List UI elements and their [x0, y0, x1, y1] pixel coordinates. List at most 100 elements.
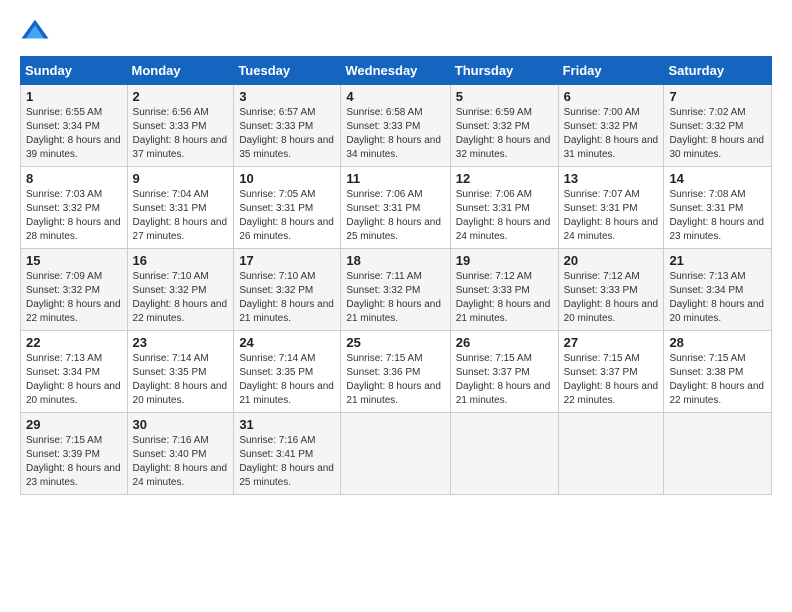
day-number: 24: [239, 335, 335, 350]
day-number: 20: [564, 253, 659, 268]
day-number: 23: [133, 335, 229, 350]
day-info: Sunrise: 7:11 AM Sunset: 3:32 PM Dayligh…: [346, 270, 444, 326]
day-number: 25: [346, 335, 444, 350]
day-number: 27: [564, 335, 659, 350]
day-info: Sunrise: 6:55 AM Sunset: 3:34 PM Dayligh…: [26, 106, 122, 162]
day-number: 10: [239, 171, 335, 186]
calendar-day-cell: 5 Sunrise: 6:59 AM Sunset: 3:32 PM Dayli…: [450, 85, 558, 167]
calendar-day-cell: 2 Sunrise: 6:56 AM Sunset: 3:33 PM Dayli…: [127, 85, 234, 167]
calendar-day-cell: 15 Sunrise: 7:09 AM Sunset: 3:32 PM Dayl…: [21, 249, 128, 331]
day-number: 2: [133, 89, 229, 104]
day-number: 22: [26, 335, 122, 350]
calendar-day-cell: 18 Sunrise: 7:11 AM Sunset: 3:32 PM Dayl…: [341, 249, 450, 331]
day-info: Sunrise: 7:04 AM Sunset: 3:31 PM Dayligh…: [133, 188, 229, 244]
day-number: 11: [346, 171, 444, 186]
calendar-week-row: 29 Sunrise: 7:15 AM Sunset: 3:39 PM Dayl…: [21, 413, 772, 495]
day-info: Sunrise: 7:15 AM Sunset: 3:39 PM Dayligh…: [26, 434, 122, 490]
day-number: 7: [669, 89, 766, 104]
weekday-header: Thursday: [450, 57, 558, 85]
day-info: Sunrise: 7:08 AM Sunset: 3:31 PM Dayligh…: [669, 188, 766, 244]
calendar-day-cell: 30 Sunrise: 7:16 AM Sunset: 3:40 PM Dayl…: [127, 413, 234, 495]
page: SundayMondayTuesdayWednesdayThursdayFrid…: [0, 0, 792, 505]
day-info: Sunrise: 7:10 AM Sunset: 3:32 PM Dayligh…: [133, 270, 229, 326]
day-number: 16: [133, 253, 229, 268]
day-number: 31: [239, 417, 335, 432]
day-info: Sunrise: 7:06 AM Sunset: 3:31 PM Dayligh…: [346, 188, 444, 244]
calendar-day-cell: 27 Sunrise: 7:15 AM Sunset: 3:37 PM Dayl…: [558, 331, 664, 413]
calendar-day-cell: 8 Sunrise: 7:03 AM Sunset: 3:32 PM Dayli…: [21, 167, 128, 249]
day-info: Sunrise: 7:02 AM Sunset: 3:32 PM Dayligh…: [669, 106, 766, 162]
calendar-day-cell: [558, 413, 664, 495]
calendar-week-row: 15 Sunrise: 7:09 AM Sunset: 3:32 PM Dayl…: [21, 249, 772, 331]
day-number: 30: [133, 417, 229, 432]
weekday-header: Sunday: [21, 57, 128, 85]
calendar-day-cell: 29 Sunrise: 7:15 AM Sunset: 3:39 PM Dayl…: [21, 413, 128, 495]
day-number: 18: [346, 253, 444, 268]
day-number: 12: [456, 171, 553, 186]
day-info: Sunrise: 6:57 AM Sunset: 3:33 PM Dayligh…: [239, 106, 335, 162]
day-info: Sunrise: 7:05 AM Sunset: 3:31 PM Dayligh…: [239, 188, 335, 244]
day-number: 28: [669, 335, 766, 350]
day-info: Sunrise: 7:09 AM Sunset: 3:32 PM Dayligh…: [26, 270, 122, 326]
calendar-day-cell: [664, 413, 772, 495]
calendar-day-cell: 7 Sunrise: 7:02 AM Sunset: 3:32 PM Dayli…: [664, 85, 772, 167]
calendar-day-cell: 3 Sunrise: 6:57 AM Sunset: 3:33 PM Dayli…: [234, 85, 341, 167]
calendar-day-cell: [341, 413, 450, 495]
day-info: Sunrise: 6:59 AM Sunset: 3:32 PM Dayligh…: [456, 106, 553, 162]
day-number: 6: [564, 89, 659, 104]
day-info: Sunrise: 7:15 AM Sunset: 3:37 PM Dayligh…: [456, 352, 553, 408]
calendar-day-cell: 9 Sunrise: 7:04 AM Sunset: 3:31 PM Dayli…: [127, 167, 234, 249]
day-number: 26: [456, 335, 553, 350]
day-number: 9: [133, 171, 229, 186]
logo-icon: [20, 16, 50, 46]
calendar-day-cell: 28 Sunrise: 7:15 AM Sunset: 3:38 PM Dayl…: [664, 331, 772, 413]
day-number: 13: [564, 171, 659, 186]
day-number: 8: [26, 171, 122, 186]
day-number: 29: [26, 417, 122, 432]
calendar-day-cell: 4 Sunrise: 6:58 AM Sunset: 3:33 PM Dayli…: [341, 85, 450, 167]
day-info: Sunrise: 7:12 AM Sunset: 3:33 PM Dayligh…: [456, 270, 553, 326]
day-info: Sunrise: 7:14 AM Sunset: 3:35 PM Dayligh…: [133, 352, 229, 408]
calendar-day-cell: 6 Sunrise: 7:00 AM Sunset: 3:32 PM Dayli…: [558, 85, 664, 167]
day-info: Sunrise: 6:56 AM Sunset: 3:33 PM Dayligh…: [133, 106, 229, 162]
day-info: Sunrise: 7:16 AM Sunset: 3:40 PM Dayligh…: [133, 434, 229, 490]
header: [20, 16, 772, 46]
calendar-table: SundayMondayTuesdayWednesdayThursdayFrid…: [20, 56, 772, 495]
weekday-header: Friday: [558, 57, 664, 85]
calendar-day-cell: 23 Sunrise: 7:14 AM Sunset: 3:35 PM Dayl…: [127, 331, 234, 413]
calendar-day-cell: 13 Sunrise: 7:07 AM Sunset: 3:31 PM Dayl…: [558, 167, 664, 249]
day-number: 21: [669, 253, 766, 268]
calendar-day-cell: 10 Sunrise: 7:05 AM Sunset: 3:31 PM Dayl…: [234, 167, 341, 249]
calendar-day-cell: 20 Sunrise: 7:12 AM Sunset: 3:33 PM Dayl…: [558, 249, 664, 331]
calendar-day-cell: 21 Sunrise: 7:13 AM Sunset: 3:34 PM Dayl…: [664, 249, 772, 331]
day-info: Sunrise: 7:14 AM Sunset: 3:35 PM Dayligh…: [239, 352, 335, 408]
day-number: 15: [26, 253, 122, 268]
calendar-day-cell: 11 Sunrise: 7:06 AM Sunset: 3:31 PM Dayl…: [341, 167, 450, 249]
day-info: Sunrise: 7:03 AM Sunset: 3:32 PM Dayligh…: [26, 188, 122, 244]
day-info: Sunrise: 7:15 AM Sunset: 3:38 PM Dayligh…: [669, 352, 766, 408]
day-info: Sunrise: 7:16 AM Sunset: 3:41 PM Dayligh…: [239, 434, 335, 490]
calendar-week-row: 1 Sunrise: 6:55 AM Sunset: 3:34 PM Dayli…: [21, 85, 772, 167]
day-number: 1: [26, 89, 122, 104]
day-info: Sunrise: 7:06 AM Sunset: 3:31 PM Dayligh…: [456, 188, 553, 244]
day-number: 14: [669, 171, 766, 186]
calendar-header-row: SundayMondayTuesdayWednesdayThursdayFrid…: [21, 57, 772, 85]
day-number: 3: [239, 89, 335, 104]
calendar-day-cell: 19 Sunrise: 7:12 AM Sunset: 3:33 PM Dayl…: [450, 249, 558, 331]
day-info: Sunrise: 7:15 AM Sunset: 3:36 PM Dayligh…: [346, 352, 444, 408]
day-info: Sunrise: 7:07 AM Sunset: 3:31 PM Dayligh…: [564, 188, 659, 244]
day-number: 5: [456, 89, 553, 104]
calendar-day-cell: 12 Sunrise: 7:06 AM Sunset: 3:31 PM Dayl…: [450, 167, 558, 249]
weekday-header: Saturday: [664, 57, 772, 85]
day-info: Sunrise: 6:58 AM Sunset: 3:33 PM Dayligh…: [346, 106, 444, 162]
calendar-day-cell: 1 Sunrise: 6:55 AM Sunset: 3:34 PM Dayli…: [21, 85, 128, 167]
calendar-day-cell: 16 Sunrise: 7:10 AM Sunset: 3:32 PM Dayl…: [127, 249, 234, 331]
calendar-day-cell: 24 Sunrise: 7:14 AM Sunset: 3:35 PM Dayl…: [234, 331, 341, 413]
day-info: Sunrise: 7:00 AM Sunset: 3:32 PM Dayligh…: [564, 106, 659, 162]
calendar-week-row: 8 Sunrise: 7:03 AM Sunset: 3:32 PM Dayli…: [21, 167, 772, 249]
weekday-header: Monday: [127, 57, 234, 85]
calendar-day-cell: 25 Sunrise: 7:15 AM Sunset: 3:36 PM Dayl…: [341, 331, 450, 413]
day-number: 4: [346, 89, 444, 104]
weekday-header: Wednesday: [341, 57, 450, 85]
day-info: Sunrise: 7:13 AM Sunset: 3:34 PM Dayligh…: [669, 270, 766, 326]
